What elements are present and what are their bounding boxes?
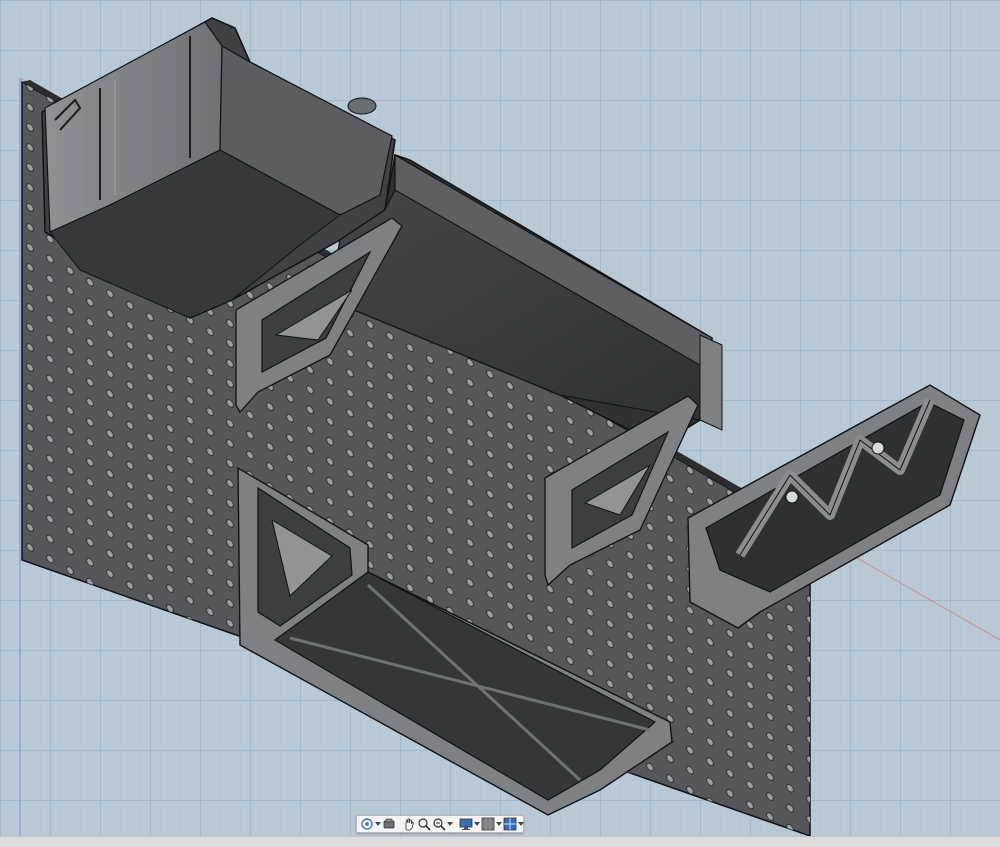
- viewports-icon: [503, 817, 517, 831]
- navigation-toolbar: [356, 815, 524, 833]
- zoom-icon: [418, 818, 431, 831]
- display-settings-button[interactable]: [459, 817, 473, 831]
- viewports-button[interactable]: [503, 817, 517, 831]
- display-settings-icon: [459, 818, 473, 830]
- look-at-icon: [383, 818, 395, 829]
- grid-snap-dropdown[interactable]: [496, 817, 502, 831]
- chevron-down-icon: [375, 822, 381, 826]
- viewports-dropdown[interactable]: [518, 817, 524, 831]
- pan-button[interactable]: [402, 817, 416, 831]
- fit-zoom-dropdown[interactable]: [447, 817, 453, 831]
- display-settings-dropdown[interactable]: [474, 817, 480, 831]
- fit-zoom-button[interactable]: [432, 817, 446, 831]
- canvas-viewport[interactable]: [0, 0, 1000, 846]
- orbit-button[interactable]: [360, 817, 374, 831]
- fit-zoom-icon: [433, 818, 446, 831]
- chevron-down-icon: [518, 822, 524, 826]
- chevron-down-icon: [496, 822, 502, 826]
- viewport-svg[interactable]: [0, 0, 1000, 846]
- grid-snap-icon: [481, 817, 495, 831]
- look-at-button[interactable]: [382, 817, 396, 831]
- orbit-icon: [361, 818, 373, 830]
- chevron-down-icon: [474, 822, 480, 826]
- orbit-dropdown[interactable]: [375, 817, 381, 831]
- grid-snap-button[interactable]: [481, 817, 495, 831]
- status-bar: [0, 836, 1000, 847]
- pan-icon: [405, 818, 414, 831]
- chevron-down-icon: [447, 822, 453, 826]
- zoom-button[interactable]: [417, 817, 431, 831]
